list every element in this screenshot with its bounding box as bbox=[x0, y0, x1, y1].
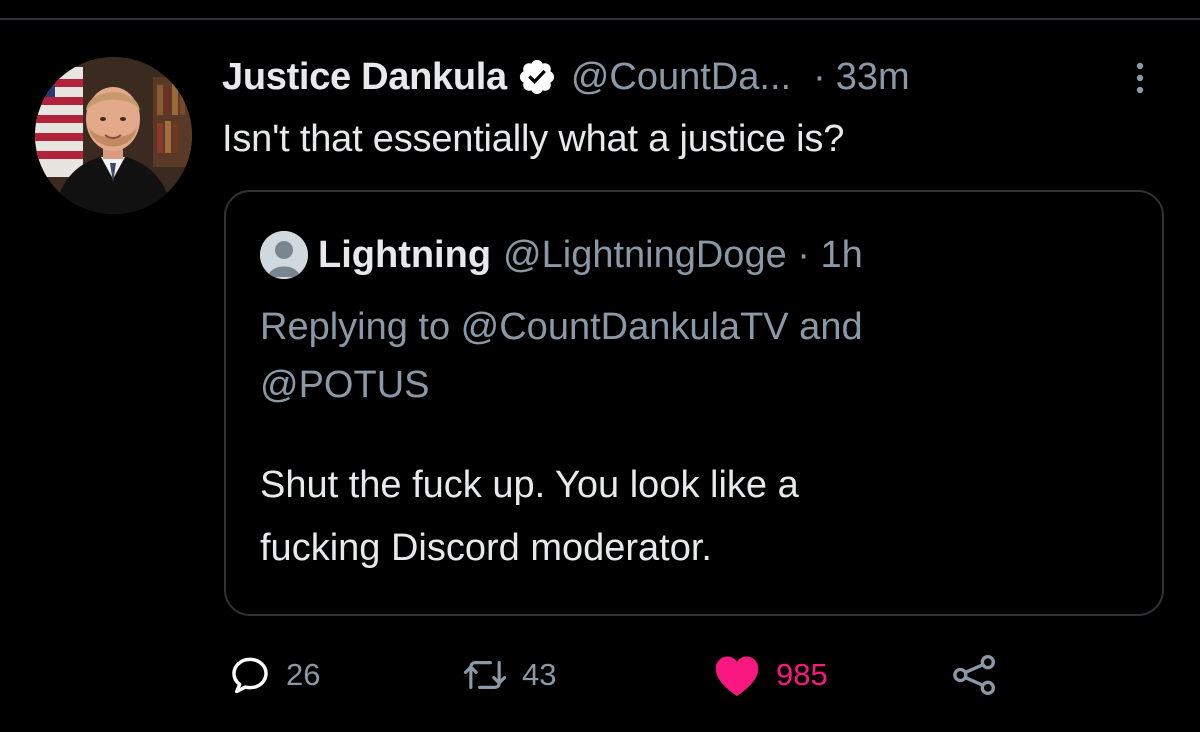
more-vertical-icon[interactable] bbox=[1128, 58, 1152, 98]
retweet-count: 43 bbox=[522, 657, 557, 692]
reply-button[interactable]: 26 bbox=[228, 645, 320, 705]
quoted-author-handle-time[interactable]: @LightningDoge · 1h bbox=[503, 234, 863, 277]
reply-count: 26 bbox=[286, 657, 321, 692]
replying-to-line: Replying to @CountDankulaTV and bbox=[260, 306, 863, 348]
quoted-tweet[interactable]: Lightning @LightningDoge · 1h Replying t… bbox=[224, 190, 1164, 616]
author-avatar[interactable] bbox=[35, 57, 192, 214]
share-button[interactable] bbox=[950, 645, 1000, 705]
quoted-text-line: fucking Discord moderator. bbox=[260, 527, 712, 569]
quoted-author-name[interactable]: Lightning bbox=[318, 234, 491, 277]
quoted-tweet-text: Shut the fuck up. You look like a fuckin… bbox=[260, 454, 1120, 580]
like-button[interactable]: 985 bbox=[712, 645, 828, 705]
tweet-header: Justice Dankula @CountDa... · 33m bbox=[222, 52, 910, 102]
avatar-image bbox=[35, 57, 192, 214]
author-handle[interactable]: @CountDa... bbox=[571, 56, 791, 99]
action-bar: 26 43 985 bbox=[0, 645, 1200, 705]
reply-icon bbox=[232, 657, 268, 694]
replying-to: Replying to @CountDankulaTV and @POTUS bbox=[260, 298, 1120, 414]
tweet-timestamp[interactable]: 33m bbox=[836, 56, 910, 99]
quoted-text-line: Shut the fuck up. You look like a bbox=[260, 464, 799, 506]
share-icon bbox=[953, 655, 995, 695]
quoted-tweet-header: Lightning @LightningDoge · 1h bbox=[260, 230, 863, 280]
verified-badge-icon bbox=[519, 59, 554, 95]
tweet[interactable]: Justice Dankula @CountDa... · 33m Isn't … bbox=[0, 0, 1200, 732]
default-avatar-icon bbox=[260, 231, 308, 279]
quoted-author-avatar[interactable] bbox=[260, 231, 308, 279]
separator-dot: · bbox=[813, 55, 826, 98]
retweet-icon bbox=[463, 661, 507, 689]
heart-icon bbox=[715, 656, 759, 697]
author-display-name[interactable]: Justice Dankula bbox=[222, 56, 507, 99]
retweet-button[interactable]: 43 bbox=[462, 645, 556, 705]
divider bbox=[0, 18, 1200, 20]
replying-to-line: @POTUS bbox=[260, 364, 430, 406]
like-count: 985 bbox=[776, 657, 828, 692]
tweet-text: Isn't that essentially what a justice is… bbox=[222, 118, 845, 160]
